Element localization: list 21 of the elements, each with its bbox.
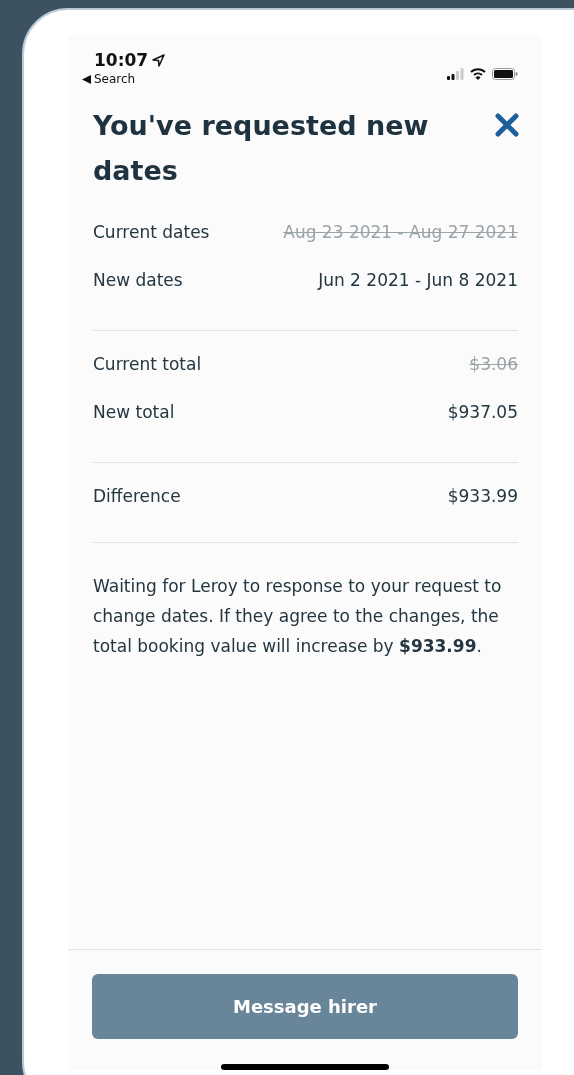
back-link[interactable]: Search <box>94 72 136 86</box>
message-hirer-button[interactable]: Message hirer <box>92 974 518 1039</box>
row-label: Difference <box>93 486 181 506</box>
row-value: $933.99 <box>447 486 518 506</box>
signal-icon <box>447 68 464 80</box>
row-value: $3.06 <box>469 354 518 374</box>
back-triangle-icon[interactable] <box>82 74 91 84</box>
clock-time: 10:07 <box>94 50 149 70</box>
row-value: Jun 2 2021 - Jun 8 2021 <box>318 270 518 290</box>
page-title: You've requested new dates <box>93 109 430 188</box>
row-label: Current dates <box>93 222 210 242</box>
close-icon[interactable] <box>495 113 519 137</box>
row-label: Current total <box>93 354 202 374</box>
location-arrow-icon <box>152 53 166 67</box>
row-value: $937.05 <box>447 402 518 422</box>
battery-icon <box>492 68 518 80</box>
status-message: Waiting for Leroy to response to your request to change dates. If they agree to the changes, the total booking value will increase by $933.99. <box>93 575 503 658</box>
row-label: New total <box>93 402 175 422</box>
wifi-icon <box>470 68 486 80</box>
row-value: Aug 23 2021 - Aug 27 2021 <box>283 222 518 242</box>
row-label: New dates <box>93 270 183 290</box>
